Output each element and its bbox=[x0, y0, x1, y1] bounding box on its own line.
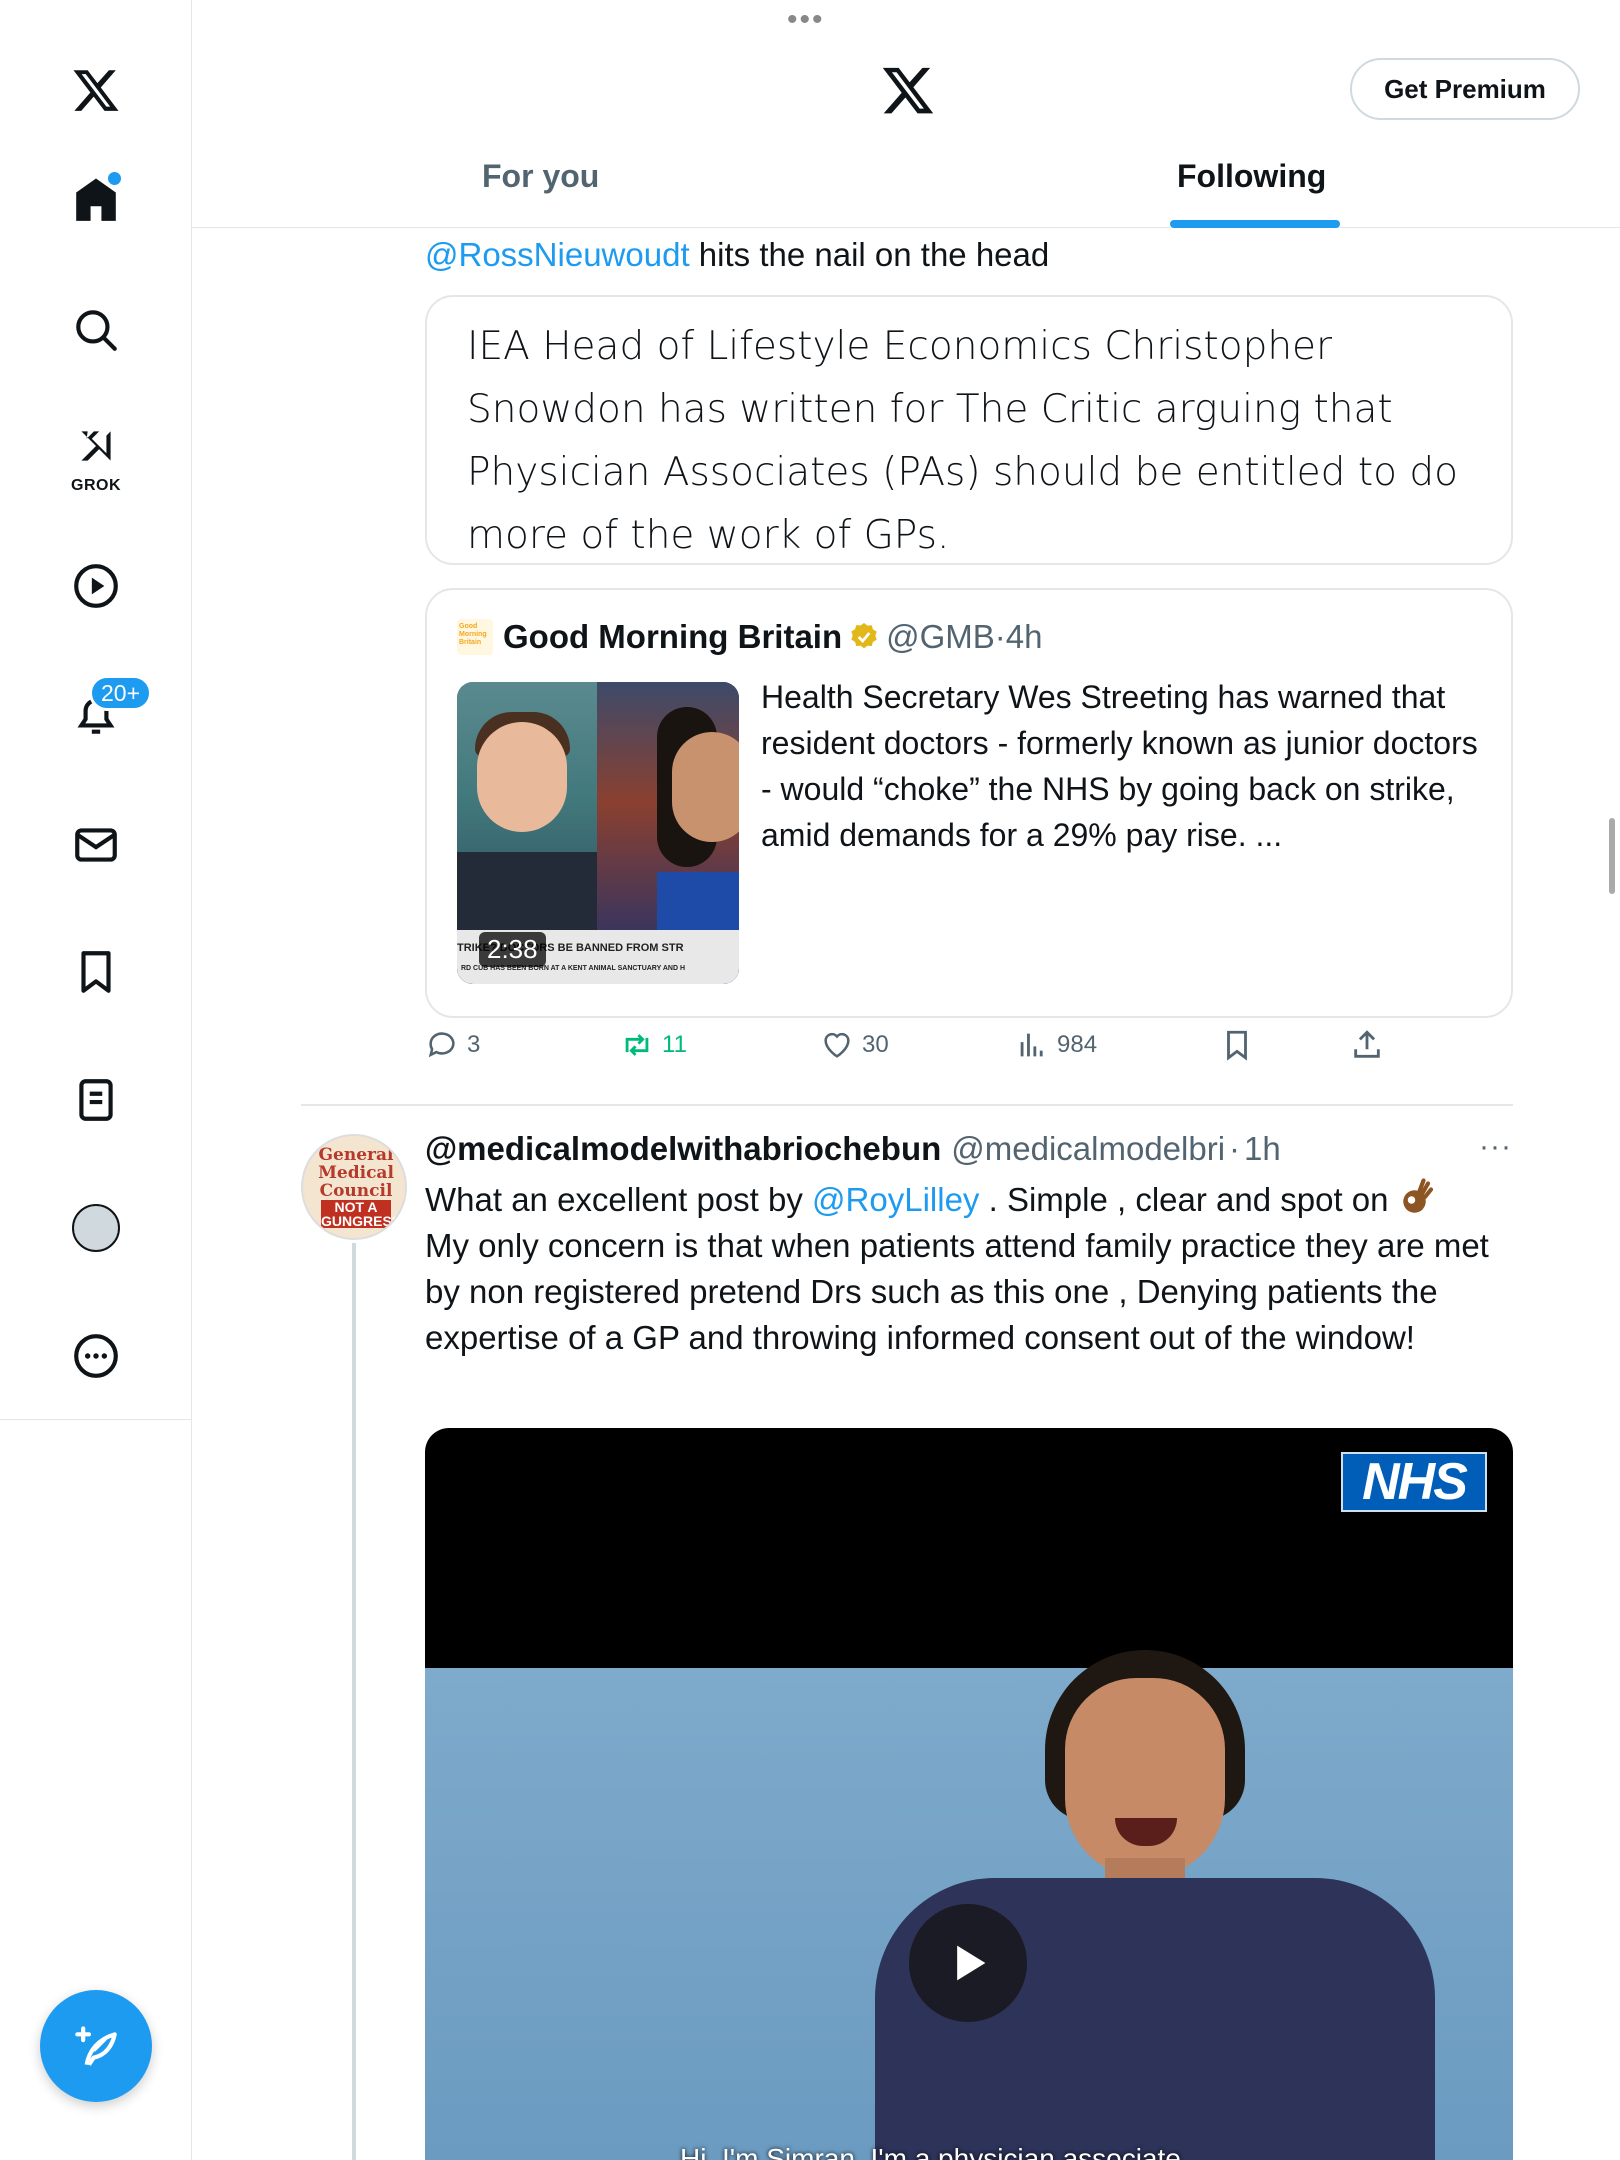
search-icon[interactable] bbox=[46, 280, 146, 380]
quoted-author-name[interactable]: Good Morning Britain bbox=[503, 618, 842, 656]
bookmark-icon[interactable] bbox=[46, 922, 146, 1022]
mention-link[interactable]: @RoyLilley bbox=[812, 1181, 979, 1218]
window-drag-handle[interactable]: ••• bbox=[787, 5, 825, 35]
home-notification-dot bbox=[108, 172, 121, 185]
grok-label: GROK bbox=[71, 477, 121, 494]
lists-icon[interactable] bbox=[46, 1050, 146, 1150]
views-chart-icon bbox=[1020, 1033, 1043, 1057]
post-body: What an excellent post by @RoyLilley . S… bbox=[425, 1177, 1515, 1361]
thumb-person2-face bbox=[672, 732, 739, 842]
quoted-text-card[interactable]: IEA Head of Lifestyle Economics Christop… bbox=[425, 295, 1513, 565]
repost-icon bbox=[625, 1034, 649, 1056]
verified-badge-icon bbox=[851, 623, 877, 649]
dot-separator: · bbox=[994, 618, 1006, 655]
quoted-author-handle[interactable]: @GMB bbox=[886, 618, 995, 656]
active-tab-indicator bbox=[1170, 220, 1340, 228]
share-icon bbox=[1354, 1030, 1380, 1058]
timeline-feed: @RossNieuwoudt hits the nail on the head… bbox=[192, 228, 1620, 2160]
x-logo-icon[interactable] bbox=[880, 62, 936, 118]
nhs-logo: NHS bbox=[1341, 1452, 1487, 1512]
more-options-icon[interactable] bbox=[46, 1306, 146, 1406]
heart-icon bbox=[824, 1032, 850, 1058]
video-thumbnail[interactable]: TRIKE? DOCTORS BE BANNED FROM STR RD CUB… bbox=[457, 682, 739, 984]
reply-icon bbox=[428, 1032, 455, 1058]
top-header: ••• Get Premium For you Following bbox=[192, 0, 1620, 228]
repost-button[interactable]: 11 bbox=[620, 1028, 687, 1062]
ok-hand-emoji-icon bbox=[1402, 1178, 1433, 1213]
video-player[interactable]: NHS Hi, I'm Simran. I'm a physician asso… bbox=[425, 1428, 1513, 2160]
mention-link[interactable]: @RossNieuwoudt bbox=[425, 236, 690, 273]
quoted-post-body: Health Secretary Wes Streeting has warne… bbox=[761, 679, 1478, 853]
play-button[interactable] bbox=[909, 1904, 1027, 2022]
compose-post-button[interactable] bbox=[40, 1990, 152, 2102]
post-more-icon[interactable]: ··· bbox=[1479, 1130, 1512, 1164]
get-premium-button[interactable]: Get Premium bbox=[1350, 58, 1580, 120]
post-text-rest: My only concern is that when patients at… bbox=[425, 1227, 1489, 1356]
post-text: @RossNieuwoudt hits the nail on the head bbox=[425, 232, 1049, 278]
like-button[interactable]: 30 bbox=[820, 1028, 889, 1062]
post-text-mid: . Simple , clear and spot on bbox=[979, 1181, 1398, 1218]
notifications-bell-icon[interactable]: 20+ bbox=[46, 665, 153, 765]
video-duration: 2:38 bbox=[479, 932, 546, 967]
views-count: 984 bbox=[1057, 1031, 1098, 1058]
video-play-icon[interactable] bbox=[46, 536, 146, 636]
reply-count: 3 bbox=[467, 1031, 481, 1058]
bookmark-icon bbox=[1227, 1030, 1247, 1061]
quoted-post-card[interactable]: Good Morning Britain Good Morning Britain … bbox=[425, 588, 1513, 1018]
author-name[interactable]: @medicalmodelwithabriochebun bbox=[425, 1130, 941, 1168]
share-button[interactable] bbox=[1350, 1028, 1392, 1062]
post-time[interactable]: 1h bbox=[1244, 1130, 1281, 1168]
grok-icon[interactable]: GROK bbox=[46, 405, 146, 505]
post-text-start: What an excellent post by bbox=[425, 1181, 813, 1218]
compose-feather-icon bbox=[75, 2026, 117, 2066]
post-header: @medicalmodelwithabriochebun @medicalmod… bbox=[425, 1130, 1281, 1168]
post-actions-bar: 3 11 30 984 bbox=[425, 1028, 1425, 1078]
scrollbar-thumb[interactable] bbox=[1609, 818, 1615, 894]
notification-count-badge: 20+ bbox=[89, 675, 153, 711]
like-count: 30 bbox=[862, 1031, 889, 1058]
repost-count: 11 bbox=[662, 1031, 687, 1058]
author-handle[interactable]: @medicalmodelbri bbox=[951, 1130, 1225, 1168]
reply-button[interactable]: 3 bbox=[425, 1028, 480, 1062]
thumb-person1-face bbox=[477, 722, 567, 832]
play-icon bbox=[957, 1945, 986, 1981]
quoted-post-time[interactable]: 4h bbox=[1006, 618, 1043, 656]
tab-following[interactable]: Following bbox=[1177, 158, 1326, 195]
profile-avatar[interactable] bbox=[46, 1178, 146, 1278]
views-button[interactable]: 984 bbox=[1015, 1028, 1097, 1062]
sidebar-nav: GROK 20+ bbox=[0, 0, 192, 1420]
video-subtitle: Hi, I'm Simran. I'm a physician associat… bbox=[680, 2143, 1181, 2160]
x-logo-icon[interactable] bbox=[46, 40, 146, 140]
quoted-post-header: Good Morning Britain Good Morning Britain … bbox=[457, 618, 1043, 656]
profile-circle bbox=[72, 1204, 120, 1252]
tab-for-you[interactable]: For you bbox=[482, 158, 599, 195]
avatar-text: General Medical Council bbox=[318, 1145, 394, 1201]
avatar[interactable]: General Medical Council NOT A GUNGRESS bbox=[301, 1134, 407, 1240]
mail-icon[interactable] bbox=[46, 795, 146, 895]
thread-connector-line bbox=[352, 1243, 356, 2160]
video-person-face bbox=[1065, 1678, 1225, 1878]
home-icon[interactable] bbox=[46, 150, 146, 250]
gmb-avatar[interactable]: Good Morning Britain bbox=[457, 619, 493, 655]
post-divider bbox=[301, 1104, 1513, 1106]
post-text-rest: hits the nail on the head bbox=[689, 236, 1050, 273]
bookmark-button[interactable] bbox=[1220, 1028, 1262, 1062]
avatar-stamp: NOT A GUNGRESS bbox=[321, 1199, 402, 1229]
dot-separator: · bbox=[1229, 1130, 1241, 1167]
